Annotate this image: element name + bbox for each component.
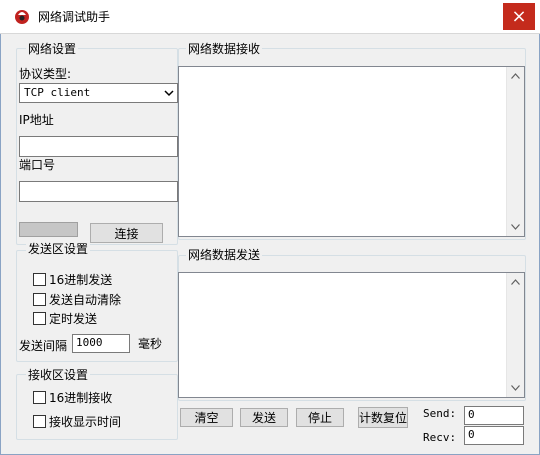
recv-count-label: Recv: bbox=[423, 431, 457, 444]
recv-count-field: 0 bbox=[464, 426, 524, 445]
connect-button[interactable]: 连接 bbox=[90, 223, 163, 243]
hex-send-checkbox[interactable] bbox=[33, 273, 46, 286]
scroll-down-icon[interactable] bbox=[511, 224, 520, 230]
close-icon: × bbox=[511, 5, 527, 27]
clear-button[interactable]: 清空 bbox=[180, 408, 233, 427]
scroll-up-icon[interactable] bbox=[511, 73, 520, 79]
send-interval-unit: 毫秒 bbox=[138, 337, 163, 351]
send-button-label: 发送 bbox=[251, 411, 276, 425]
stop-button-label: 停止 bbox=[307, 411, 332, 425]
auto-clear-checkbox[interactable] bbox=[33, 293, 46, 306]
scroll-up-icon[interactable] bbox=[511, 279, 520, 285]
recv-settings-legend: 接收区设置 bbox=[26, 368, 91, 382]
hex-recv-checkbox[interactable] bbox=[33, 391, 46, 404]
clear-button-label: 清空 bbox=[194, 411, 219, 425]
ip-address-input[interactable] bbox=[19, 136, 178, 157]
port-label: 端口号 bbox=[19, 158, 56, 172]
protocol-select-value: TCP client bbox=[24, 86, 91, 99]
receive-area-legend: 网络数据接收 bbox=[186, 42, 263, 56]
send-count-field: 0 bbox=[464, 406, 524, 425]
send-interval-label: 发送间隔 bbox=[19, 339, 68, 353]
send-interval-input[interactable]: 1000 bbox=[72, 334, 130, 353]
send-button[interactable]: 发送 bbox=[240, 408, 288, 427]
timed-send-checkbox[interactable] bbox=[33, 312, 46, 325]
window-title: 网络调试助手 bbox=[38, 10, 111, 24]
show-time-checkbox[interactable] bbox=[33, 415, 46, 428]
scroll-down-icon[interactable] bbox=[511, 385, 520, 391]
reset-count-button[interactable]: 计数复位 bbox=[358, 407, 408, 428]
hex-send-label: 16进制发送 bbox=[49, 273, 113, 287]
network-settings-legend: 网络设置 bbox=[26, 42, 79, 56]
send-settings-legend: 发送区设置 bbox=[26, 242, 91, 256]
chevron-down-icon bbox=[164, 90, 174, 97]
show-time-label: 接收显示时间 bbox=[49, 415, 122, 429]
send-count-label: Send: bbox=[423, 407, 457, 420]
send-scrollbar[interactable] bbox=[506, 273, 524, 397]
port-input[interactable] bbox=[19, 181, 178, 202]
app-icon bbox=[15, 10, 29, 24]
receive-textarea[interactable] bbox=[178, 66, 525, 237]
reset-count-button-label: 计数复位 bbox=[359, 411, 408, 425]
protocol-label: 协议类型: bbox=[19, 67, 72, 81]
send-textarea[interactable] bbox=[178, 272, 525, 398]
recv-settings-group bbox=[16, 374, 178, 440]
timed-send-label: 定时发送 bbox=[49, 312, 98, 326]
protocol-select[interactable]: TCP client bbox=[19, 83, 178, 103]
hex-recv-label: 16进制接收 bbox=[49, 391, 113, 405]
auto-clear-label: 发送自动清除 bbox=[49, 293, 122, 307]
ip-label: IP地址 bbox=[19, 113, 54, 127]
stop-button[interactable]: 停止 bbox=[296, 408, 344, 427]
send-area-legend: 网络数据发送 bbox=[186, 248, 263, 262]
connection-status-indicator bbox=[19, 222, 78, 237]
title-bar[interactable]: 网络调试助手 × bbox=[0, 0, 540, 34]
receive-scrollbar[interactable] bbox=[506, 67, 524, 236]
connect-button-label: 连接 bbox=[114, 226, 139, 241]
close-button[interactable]: × bbox=[503, 3, 535, 30]
